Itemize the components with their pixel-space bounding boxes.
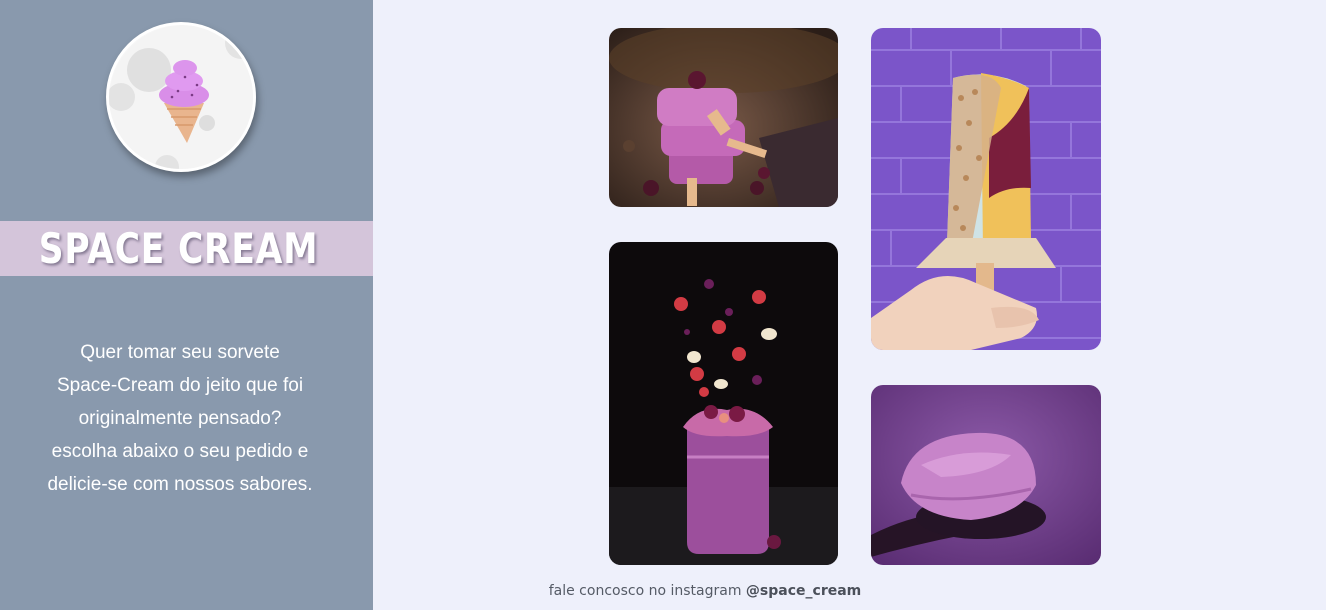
tagline-line: delicie-se com nossos sabores. (47, 474, 313, 495)
brand-logo (106, 22, 256, 172)
photo-berry-smoothie-jar[interactable] (609, 242, 838, 565)
brand-title: SPACE CREAM (38, 224, 319, 273)
footer-text: fale concosco no instagram (548, 583, 742, 599)
instagram-handle-link[interactable]: @space_cream (746, 583, 861, 599)
photo-popsicle-brick-wall[interactable] (871, 28, 1101, 350)
tagline: Quer tomar seu sorvete Space-Cream do je… (20, 336, 340, 501)
tagline-line: Quer tomar seu sorvete (80, 342, 280, 363)
sidebar: SPACE CREAM Quer tomar seu sorvete Space… (0, 0, 373, 610)
footer: fale concosco no instagram @space_cream (373, 583, 1037, 599)
photo-stacked-berry-popsicles[interactable] (609, 28, 838, 207)
brand-banner: SPACE CREAM (0, 221, 373, 276)
ice-cream-cone-icon (109, 25, 253, 169)
photo-ice-cream-scoop-spoon[interactable] (871, 385, 1101, 565)
tagline-line: Space-Cream do jeito que foi (56, 375, 304, 396)
tagline-line: escolha abaixo o seu pedido e (51, 441, 309, 462)
tagline-line: originalmente pensado? (78, 408, 282, 429)
